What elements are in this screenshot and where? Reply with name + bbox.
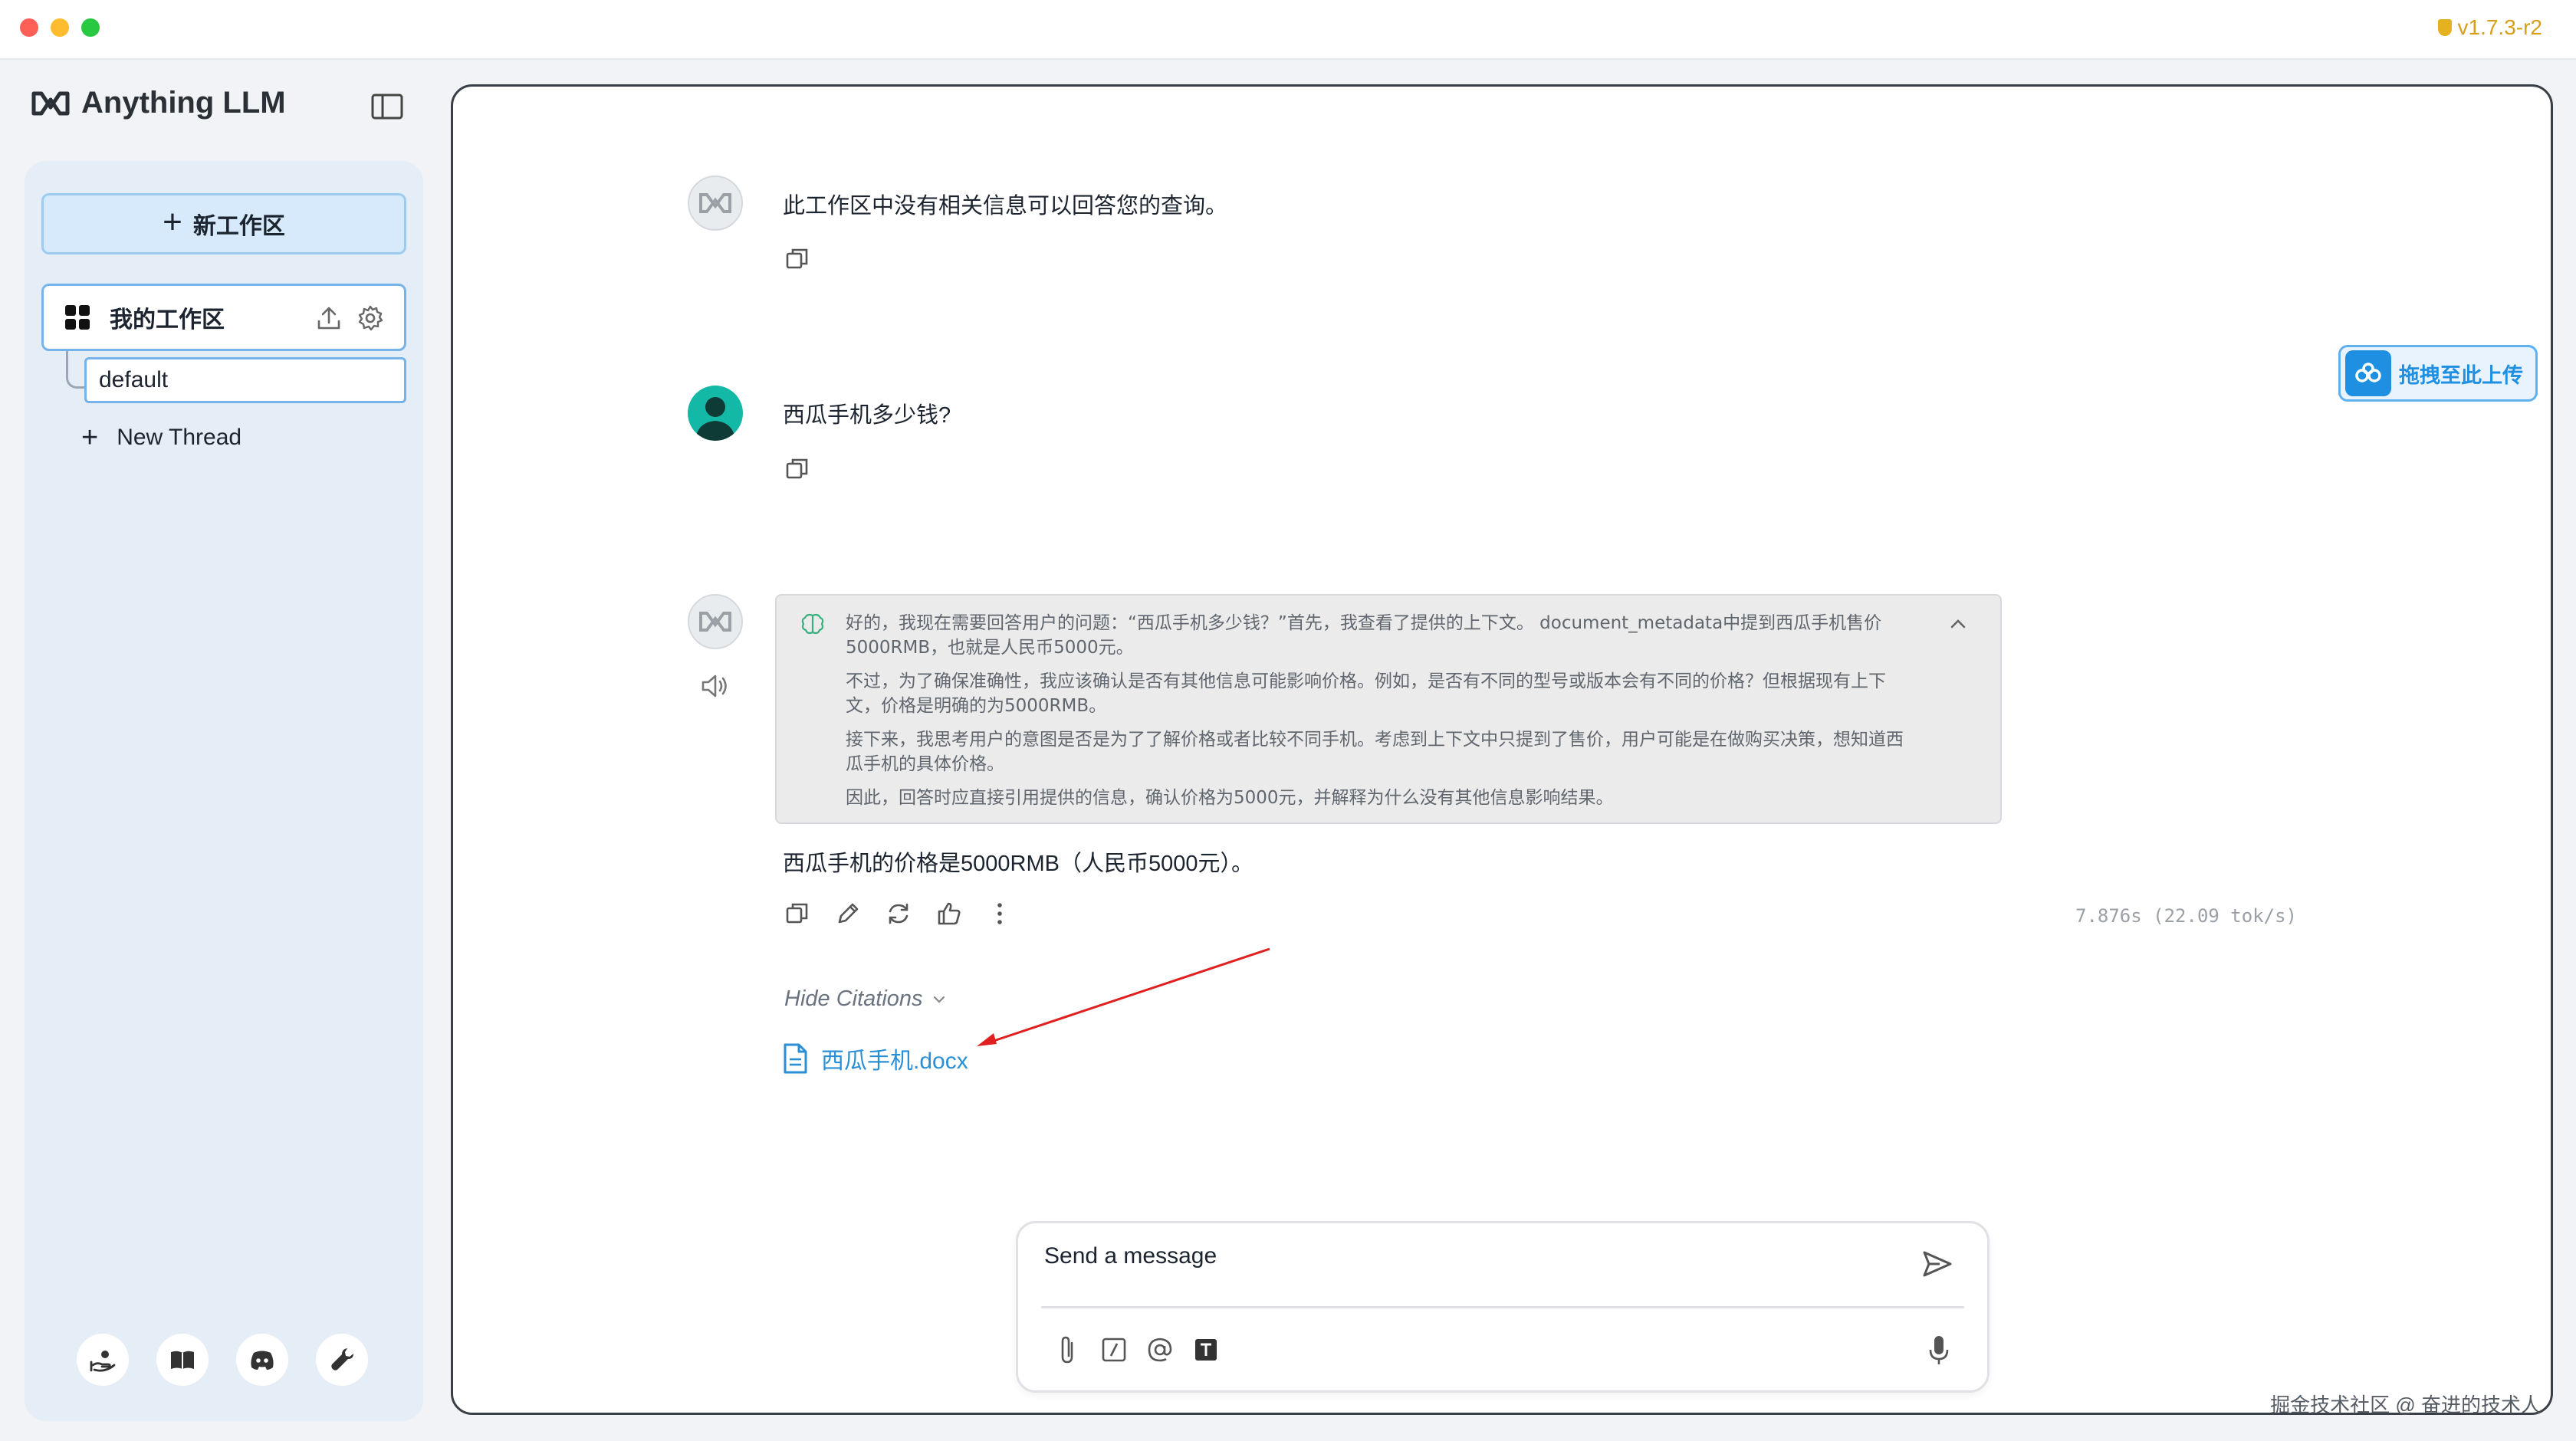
watermark: 掘金技术社区 @ 奋进的技术人 — [2270, 1393, 2541, 1416]
hide-citations-toggle[interactable]: Hide Citations — [784, 986, 948, 1012]
at-mention-icon[interactable] — [1147, 1335, 1173, 1364]
settings-button[interactable] — [316, 1334, 368, 1386]
discord-icon — [251, 1351, 274, 1370]
settings-wrench-icon — [331, 1348, 353, 1370]
sidebar-footer — [77, 1334, 368, 1386]
anythingllm-logo-icon — [699, 612, 731, 632]
composer-tools — [1055, 1335, 1219, 1364]
assistant-avatar — [688, 176, 743, 231]
sidebar-toggle-icon[interactable] — [371, 94, 403, 120]
plus-icon: + — [163, 203, 182, 241]
baidu-cloud-icon — [2345, 350, 2391, 396]
document-icon — [784, 1043, 807, 1074]
edit-pencil-icon[interactable] — [835, 901, 861, 927]
user-avatar — [688, 386, 743, 441]
user-icon — [695, 397, 735, 441]
upload-label: 拖拽至此上传 — [2399, 363, 2523, 387]
send-icon[interactable] — [1921, 1248, 1953, 1280]
minimize-window-button[interactable] — [51, 18, 69, 37]
copy-icon[interactable] — [784, 456, 810, 482]
thought-panel: 好的，我现在需要回答用户的问题：“西瓜手机多少钱？”首先，我查看了提供的上下文。… — [775, 594, 2002, 824]
gear-icon[interactable] — [356, 304, 384, 332]
citation-link[interactable]: 西瓜手机.docx — [781, 1042, 968, 1075]
docs-button[interactable] — [156, 1334, 209, 1386]
text-format-icon[interactable] — [1193, 1335, 1219, 1364]
version-badge[interactable]: v1.7.3-r2 — [2437, 15, 2543, 40]
brand-name: Anything LLM — [81, 86, 286, 120]
thought-paragraph: 因此，回答时应直接引用提供的信息，确认价格为5000元，并解释为什么没有其他信息… — [846, 788, 1614, 808]
message-input-placeholder: Send a message — [1044, 1243, 1217, 1269]
annotation-arrow — [977, 947, 1270, 1046]
workspace-name: 我的工作区 — [110, 307, 225, 333]
more-options-icon[interactable] — [987, 901, 1013, 927]
assistant-avatar — [688, 594, 743, 649]
thought-paragraph: 接下来，我思考用户的意图是否是为了了解价格或者比较不同手机。考虑到上下文中只提到… — [846, 730, 1904, 774]
message-text: 此工作区中没有相关信息可以回答您的查询。 — [783, 194, 1228, 218]
message-composer: Send a message — [1016, 1221, 1990, 1393]
community-hub-button[interactable] — [77, 1334, 129, 1386]
slash-command-icon[interactable] — [1101, 1335, 1127, 1364]
maximize-window-button[interactable] — [81, 18, 100, 37]
new-workspace-label: 新工作区 — [192, 214, 285, 239]
thought-paragraph: 不过，为了确保准确性，我应该确认是否有其他信息可能影响价格。例如，是否有不同的型… — [846, 671, 1886, 716]
speaker-icon[interactable] — [700, 672, 731, 700]
thought-content: 好的，我现在需要回答用户的问题：“西瓜手机多少钱？”首先，我查看了提供的上下文。… — [846, 611, 1919, 819]
message-input[interactable]: Send a message — [1044, 1243, 1217, 1269]
anythingllm-logo-icon — [699, 193, 731, 213]
new-workspace-button[interactable]: + 新工作区 — [41, 193, 406, 254]
message-text: 西瓜手机多少钱? — [783, 403, 951, 428]
drag-upload-button[interactable]: 拖拽至此上传 — [2338, 345, 2538, 402]
chevron-down-icon — [933, 996, 945, 1003]
workspace-grid-icon — [65, 305, 90, 330]
shield-icon — [2437, 19, 2452, 36]
plus-icon: + — [81, 422, 99, 454]
new-thread-label: New Thread — [117, 425, 242, 450]
regenerate-icon[interactable] — [886, 901, 912, 927]
new-thread-button[interactable]: + New Thread — [81, 423, 242, 452]
message-text: 西瓜手机的价格是5000RMB（人民币5000元）。 — [783, 852, 1254, 876]
brain-icon — [801, 613, 824, 635]
workspace-item[interactable]: 我的工作区 — [41, 284, 406, 351]
copy-icon[interactable] — [784, 246, 810, 272]
message-actions — [784, 901, 1013, 927]
thought-paragraph: 好的，我现在需要回答用户的问题：“西瓜手机多少钱？”首先，我查看了提供的上下文。… — [846, 613, 1882, 658]
citation-filename: 西瓜手机.docx — [821, 1049, 968, 1074]
upload-icon[interactable] — [315, 304, 343, 332]
thread-item-default[interactable]: default — [84, 357, 406, 403]
response-timing: 7.876s (22.09 tok/s) — [2075, 905, 2297, 927]
app-logo: Anything LLM — [31, 86, 286, 120]
composer-divider — [1041, 1306, 1964, 1308]
microphone-icon[interactable] — [1927, 1334, 1950, 1367]
hide-citations-label: Hide Citations — [784, 986, 923, 1011]
anythingllm-logo-icon — [31, 91, 70, 115]
discord-button[interactable] — [236, 1334, 288, 1386]
community-hub-icon — [90, 1351, 116, 1372]
sidebar: + 新工作区 我的工作区 default + New Thread — [25, 161, 423, 1421]
close-window-button[interactable] — [20, 18, 38, 37]
thread-name: default — [99, 367, 169, 392]
docs-book-icon — [171, 1351, 194, 1369]
chevron-up-icon[interactable] — [1947, 612, 1970, 635]
version-label: v1.7.3-r2 — [2457, 15, 2543, 39]
attachment-paperclip-icon[interactable] — [1055, 1335, 1081, 1364]
copy-icon[interactable] — [784, 901, 810, 927]
thumbs-up-icon[interactable] — [936, 901, 962, 927]
window-titlebar: v1.7.3-r2 — [0, 0, 2576, 60]
chat-panel: 此工作区中没有相关信息可以回答您的查询。 西瓜手机多少钱? 好的，我现在需要回答… — [451, 84, 2553, 1415]
